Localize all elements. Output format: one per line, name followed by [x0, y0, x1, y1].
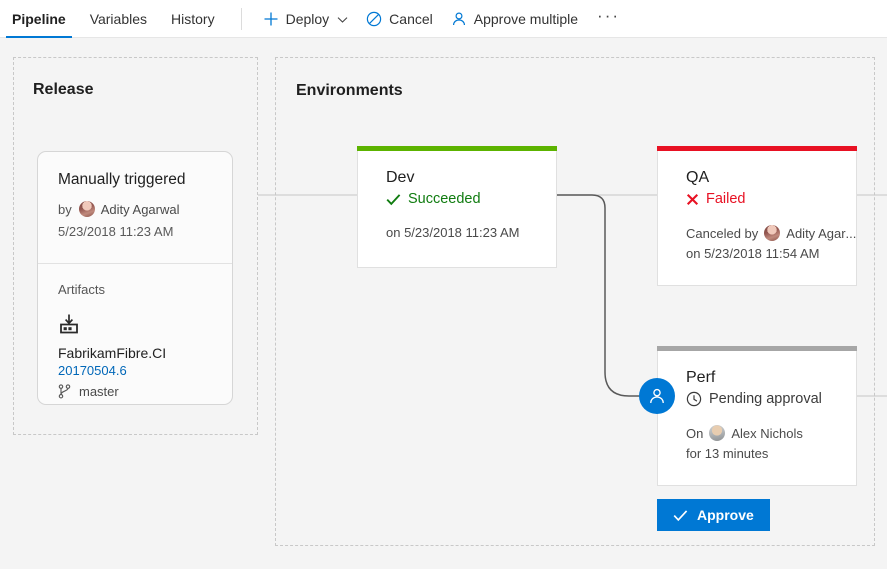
branch-icon [58, 384, 71, 399]
environment-name: QA [686, 169, 856, 187]
toolbar: Pipeline Variables History Deploy Cancel [0, 0, 887, 38]
release-date: 5/23/2018 11:23 AM [58, 224, 212, 239]
status-badge: Pending approval [686, 391, 856, 407]
approve-multiple-button[interactable]: Approve multiple [442, 0, 587, 38]
release-panel-title: Release [33, 81, 94, 99]
release-card-header: Manually triggered by Adity Agarwal 5/23… [38, 152, 232, 239]
environment-duration: for 13 minutes [686, 446, 856, 461]
status-bar [357, 146, 557, 151]
check-icon [386, 193, 401, 206]
status-bar [657, 146, 857, 151]
release-artifacts-section: Artifacts FabrikamFibre.CI 20170504.6 [38, 264, 232, 399]
tab-variables[interactable]: Variables [78, 0, 159, 38]
cancel-button[interactable]: Cancel [357, 0, 442, 38]
environment-timestamp: on 5/23/2018 11:54 AM [686, 246, 856, 261]
artifact-branch: master [58, 384, 212, 399]
release-by-user: Adity Agarwal [101, 202, 180, 217]
environment-timestamp: on 5/23/2018 11:23 AM [386, 225, 556, 240]
approver-name: Alex Nichols [731, 426, 803, 441]
clock-icon [686, 391, 702, 407]
environment-canceled-by: Canceled by Adity Agar ... [686, 225, 856, 241]
environments-panel-title: Environments [296, 82, 403, 100]
avatar [709, 425, 725, 441]
approve-multiple-label: Approve multiple [474, 11, 578, 27]
release-card[interactable]: Manually triggered by Adity Agarwal 5/23… [37, 151, 233, 405]
environment-card-perf[interactable]: Perf Pending approval On Alex Nichols fo… [657, 346, 857, 486]
branch-name: master [79, 384, 119, 399]
check-icon [673, 509, 688, 522]
environment-name: Dev [386, 169, 556, 187]
toolbar-divider [241, 8, 242, 30]
tab-pipeline[interactable]: Pipeline [0, 0, 78, 38]
tab-variables-label: Variables [90, 11, 147, 27]
deploy-label: Deploy [286, 11, 330, 27]
by-label: by [58, 202, 72, 217]
tab-history-label: History [171, 11, 215, 27]
cancel-icon [366, 11, 382, 27]
environment-card-body: QA Failed Canceled by Adity Agar ... on … [658, 147, 856, 261]
person-icon [647, 386, 667, 406]
canceled-by-user: Adity Agar [786, 226, 845, 241]
approve-button[interactable]: Approve [657, 499, 770, 531]
environment-card-body: Perf Pending approval On Alex Nichols fo… [658, 347, 856, 461]
avatar [764, 225, 780, 241]
environment-approver: On Alex Nichols [686, 425, 856, 441]
build-artifact-icon [58, 313, 212, 340]
release-triggered-by: by Adity Agarwal [58, 201, 212, 217]
status-bar [657, 346, 857, 351]
cross-icon [686, 193, 699, 206]
environment-card-body: Dev Succeeded on 5/23/2018 11:23 AM [358, 147, 556, 240]
artifact-name: FabrikamFibre.CI [58, 345, 212, 361]
environment-card-qa[interactable]: QA Failed Canceled by Adity Agar ... on … [657, 146, 857, 286]
more-options-button[interactable]: ··· [587, 7, 630, 24]
tab-pipeline-label: Pipeline [12, 11, 66, 27]
on-label: On [686, 426, 703, 441]
pending-approver-badge[interactable] [639, 378, 675, 414]
canceled-by-label: Canceled by [686, 226, 758, 241]
status-badge: Failed [686, 191, 856, 207]
environment-name: Perf [686, 369, 856, 387]
truncation-ellipsis: ... [846, 226, 857, 241]
artifacts-label: Artifacts [58, 282, 212, 297]
deploy-button[interactable]: Deploy [254, 0, 358, 38]
chevron-down-icon[interactable] [337, 11, 348, 27]
cancel-label: Cancel [389, 11, 433, 27]
status-badge: Succeeded [386, 191, 556, 207]
artifact-version-link[interactable]: 20170504.6 [58, 363, 212, 378]
environment-card-dev[interactable]: Dev Succeeded on 5/23/2018 11:23 AM [357, 146, 557, 268]
avatar [79, 201, 95, 217]
approve-button-label: Approve [697, 507, 754, 523]
status-label: Pending approval [709, 391, 822, 407]
person-icon [451, 11, 467, 27]
plus-icon [263, 11, 279, 27]
status-label: Succeeded [408, 191, 481, 207]
release-trigger-title: Manually triggered [58, 171, 212, 189]
status-label: Failed [706, 191, 746, 207]
tab-history[interactable]: History [159, 0, 227, 38]
